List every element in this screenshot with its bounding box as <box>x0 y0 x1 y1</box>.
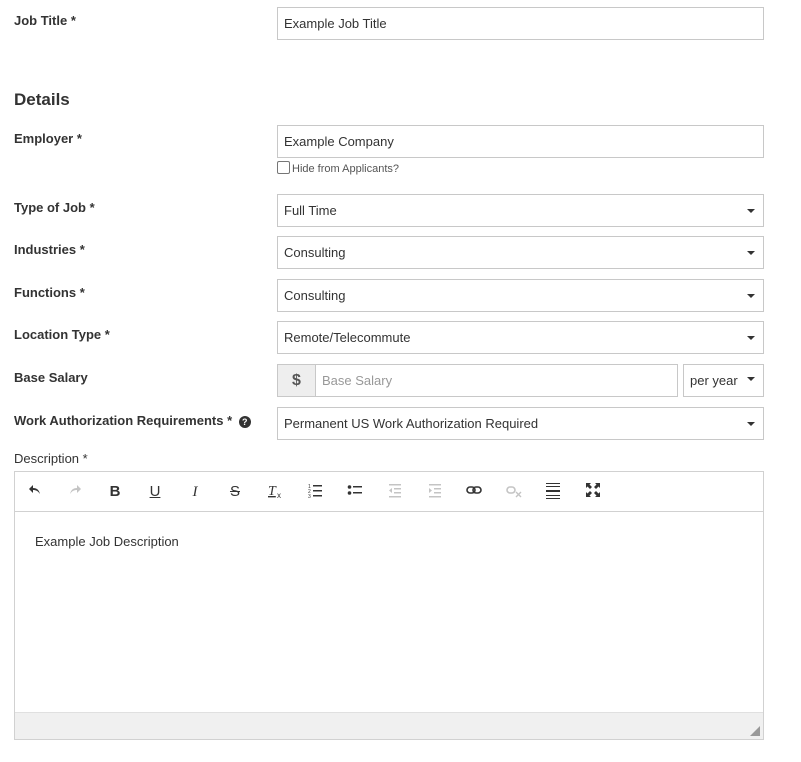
help-icon[interactable]: ? <box>238 415 251 428</box>
caret-down-icon <box>747 209 755 213</box>
work-auth-label-row: Work Authorization Requirements * ? <box>14 413 251 428</box>
undo-icon[interactable] <box>25 482 45 502</box>
caret-down-icon <box>747 336 755 340</box>
type-of-job-value: Full Time <box>284 203 337 218</box>
currency-addon: $ <box>277 364 316 397</box>
numbered-list-icon[interactable]: 123 <box>305 482 325 502</box>
link-icon[interactable] <box>464 482 484 502</box>
indent-icon[interactable] <box>425 482 445 502</box>
base-salary-label: Base Salary <box>14 370 88 385</box>
job-title-input[interactable]: Example Job Title <box>277 7 764 40</box>
functions-label: Functions * <box>14 285 85 300</box>
type-of-job-label: Type of Job * <box>14 200 95 215</box>
industries-label: Industries * <box>14 242 85 257</box>
work-auth-label: Work Authorization Requirements * <box>14 413 233 428</box>
caret-down-icon <box>747 422 755 426</box>
strikethrough-icon[interactable]: S <box>225 482 245 502</box>
rich-text-editor: B U I S Tx 123 Example Job Description <box>14 471 764 740</box>
redo-icon[interactable] <box>65 482 85 502</box>
hide-from-applicants-checkbox[interactable] <box>277 161 290 174</box>
location-type-value: Remote/Telecommute <box>284 330 411 345</box>
work-auth-select[interactable]: Permanent US Work Authorization Required <box>277 407 764 440</box>
description-label: Description * <box>14 451 88 466</box>
employer-label: Employer * <box>14 131 82 146</box>
job-title-label: Job Title * <box>14 13 76 28</box>
employer-input[interactable]: Example Company <box>277 125 764 158</box>
horizontal-rule-icon[interactable] <box>543 482 563 502</box>
bold-icon[interactable]: B <box>105 482 125 502</box>
editor-statusbar <box>15 712 763 739</box>
svg-text:3: 3 <box>308 494 311 498</box>
salary-period-select[interactable]: per year <box>683 364 764 397</box>
hide-from-applicants-row: Hide from Applicants? <box>277 161 399 175</box>
editor-toolbar: B U I S Tx 123 <box>15 472 763 512</box>
caret-down-icon <box>747 377 755 381</box>
location-type-select[interactable]: Remote/Telecommute <box>277 321 764 354</box>
caret-down-icon <box>747 294 755 298</box>
maximize-icon[interactable] <box>583 482 603 502</box>
editor-content[interactable]: Example Job Description <box>35 534 179 549</box>
svg-text:T: T <box>268 484 277 499</box>
resize-handle-icon[interactable] <box>750 726 760 736</box>
hide-from-applicants-label: Hide from Applicants? <box>292 163 399 175</box>
unlink-icon[interactable] <box>504 482 524 502</box>
outdent-icon[interactable] <box>385 482 405 502</box>
details-heading: Details <box>14 90 70 109</box>
base-salary-input[interactable]: Base Salary <box>315 364 678 397</box>
caret-down-icon <box>747 251 755 255</box>
remove-format-icon[interactable]: Tx <box>265 482 285 502</box>
functions-select[interactable]: Consulting <box>277 279 764 312</box>
location-type-label: Location Type * <box>14 327 110 342</box>
type-of-job-select[interactable]: Full Time <box>277 194 764 227</box>
industries-select[interactable]: Consulting <box>277 236 764 269</box>
work-auth-value: Permanent US Work Authorization Required <box>284 416 539 431</box>
underline-icon[interactable]: U <box>145 482 165 502</box>
functions-value: Consulting <box>284 288 346 303</box>
italic-icon[interactable]: I <box>185 482 205 502</box>
bulleted-list-icon[interactable] <box>345 482 365 502</box>
salary-period-value: per year <box>690 373 738 388</box>
svg-text:x: x <box>277 491 281 500</box>
industries-value: Consulting <box>284 245 346 260</box>
